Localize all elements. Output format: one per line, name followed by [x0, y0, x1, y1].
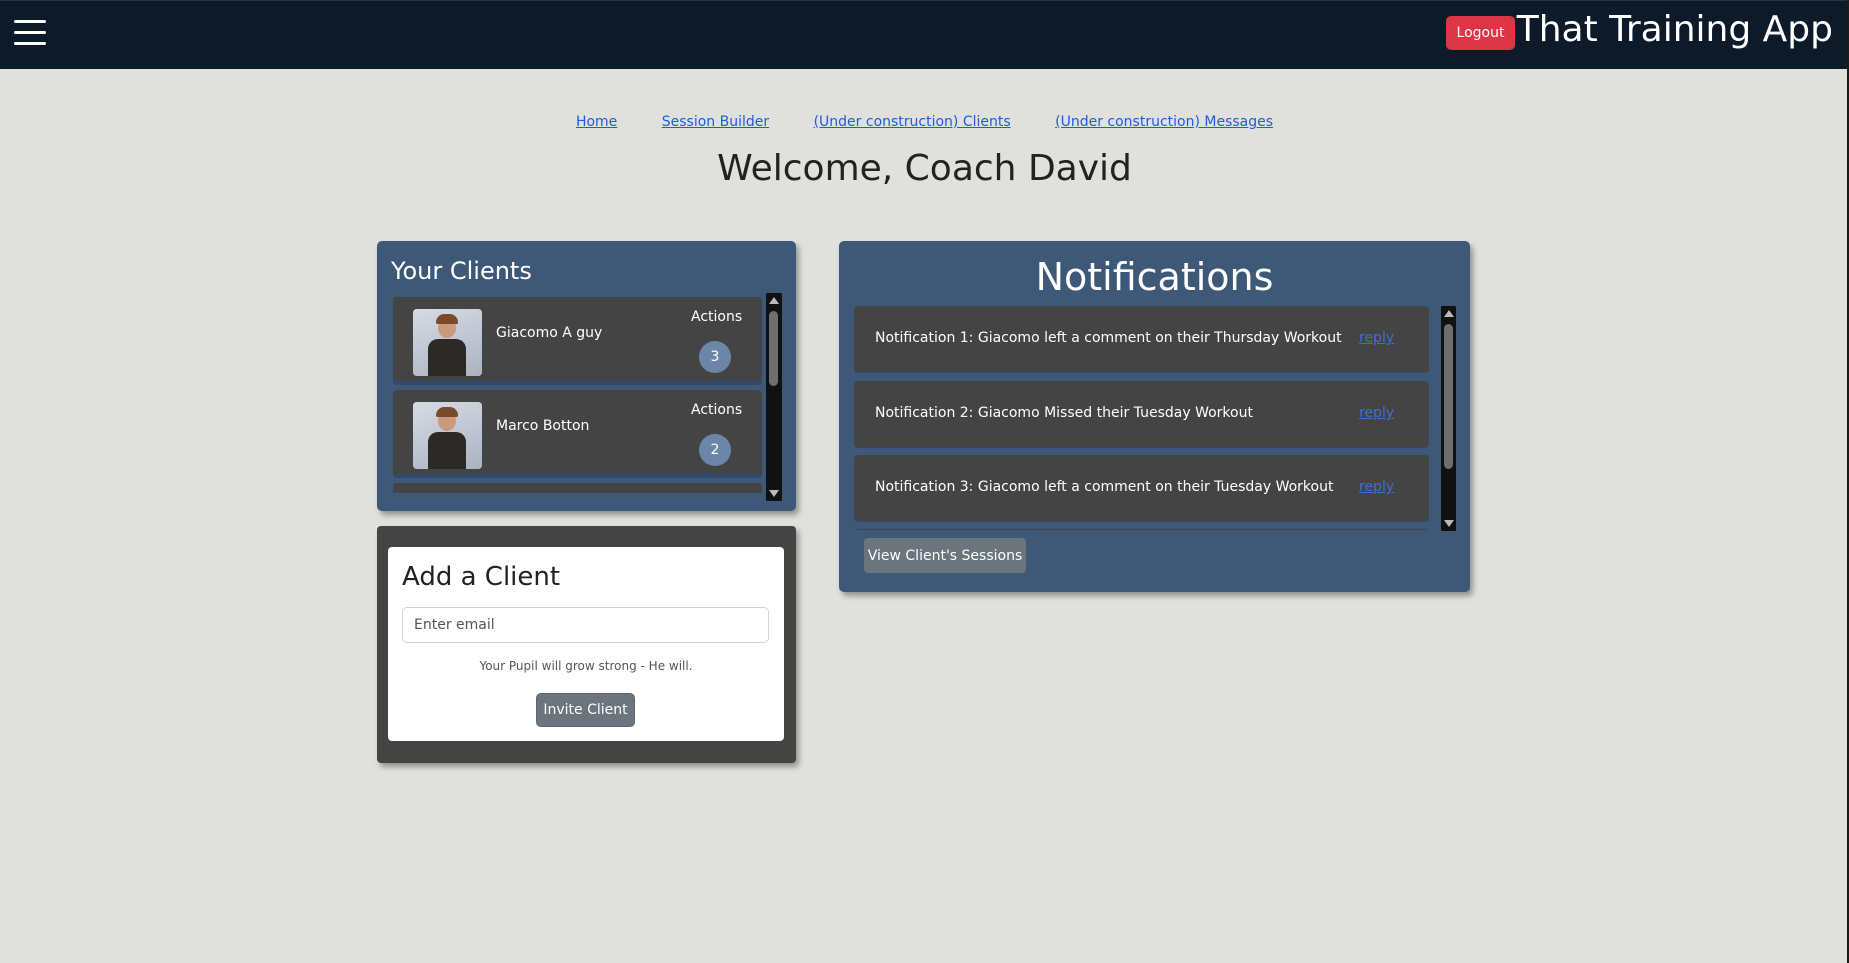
notification-item: Notification 1: Giacomo left a comment o…: [854, 306, 1429, 373]
notification-list[interactable]: Notification 1: Giacomo left a comment o…: [854, 306, 1429, 530]
page-nav-links: Home Session Builder (Under construction…: [0, 114, 1849, 130]
scrollbar-thumb[interactable]: [769, 311, 778, 386]
add-client-panel: Add a Client Your Pupil will grow strong…: [377, 526, 796, 763]
actions-count-badge[interactable]: 3: [699, 341, 731, 373]
notification-item: Notification 2: Giacomo Missed their Tue…: [854, 381, 1429, 448]
actions-label: Actions: [691, 309, 743, 325]
notifications-scrollbar[interactable]: [1441, 306, 1456, 531]
notification-text: Notification 1: Giacomo left a comment o…: [875, 330, 1342, 346]
invite-client-button[interactable]: Invite Client: [536, 693, 635, 727]
notification-text: Notification 2: Giacomo Missed their Tue…: [875, 405, 1253, 421]
client-card-partial[interactable]: [393, 483, 762, 493]
reply-link[interactable]: reply: [1359, 479, 1394, 495]
client-card[interactable]: Giacomo A guy Actions 3: [393, 297, 762, 385]
add-client-title: Add a Client: [402, 562, 561, 592]
notifications-title: Notifications: [1035, 255, 1274, 299]
view-client-sessions-button[interactable]: View Client's Sessions: [864, 538, 1026, 573]
scroll-down-arrow-icon[interactable]: [769, 490, 779, 497]
clients-panel: Your Clients Giacomo A guy Actions 3 Mar…: [377, 241, 796, 511]
clients-panel-title: Your Clients: [391, 257, 532, 285]
page-title: Welcome, Coach David: [717, 148, 1132, 189]
nav-link-home[interactable]: Home: [576, 114, 617, 130]
logout-button[interactable]: Logout: [1446, 16, 1515, 50]
scrollbar-thumb[interactable]: [1444, 324, 1453, 469]
client-name: Giacomo A guy: [496, 325, 603, 341]
client-avatar: [413, 309, 482, 376]
notification-item: Notification 3: Giacomo left a comment o…: [854, 455, 1429, 522]
notification-item-partial: [854, 529, 1429, 530]
client-name: Marco Botton: [496, 418, 590, 434]
nav-link-messages[interactable]: (Under construction) Messages: [1055, 114, 1273, 130]
email-field[interactable]: [402, 607, 769, 643]
client-avatar: [413, 402, 482, 469]
top-navbar: Logout That Training App: [0, 0, 1849, 69]
notifications-panel: Notifications Notification 1: Giacomo le…: [839, 241, 1470, 592]
add-client-card: Add a Client Your Pupil will grow strong…: [388, 547, 784, 741]
scroll-up-arrow-icon[interactable]: [1444, 310, 1454, 317]
clients-scrollbar[interactable]: [766, 293, 782, 501]
app-title: That Training App: [1516, 9, 1833, 50]
client-list[interactable]: Giacomo A guy Actions 3 Marco Botton Act…: [393, 297, 762, 493]
actions-count-badge[interactable]: 2: [699, 434, 731, 466]
actions-label: Actions: [691, 402, 743, 418]
scroll-down-arrow-icon[interactable]: [1444, 520, 1454, 527]
nav-link-clients[interactable]: (Under construction) Clients: [814, 114, 1011, 130]
nav-link-session-builder[interactable]: Session Builder: [662, 114, 769, 130]
reply-link[interactable]: reply: [1359, 330, 1394, 346]
hamburger-menu-icon[interactable]: [14, 20, 46, 46]
add-client-hint: Your Pupil will grow strong - He will.: [479, 659, 693, 673]
reply-link[interactable]: reply: [1359, 405, 1394, 421]
notification-text: Notification 3: Giacomo left a comment o…: [875, 479, 1334, 495]
scroll-up-arrow-icon[interactable]: [769, 297, 779, 304]
client-card[interactable]: Marco Botton Actions 2: [393, 390, 762, 478]
